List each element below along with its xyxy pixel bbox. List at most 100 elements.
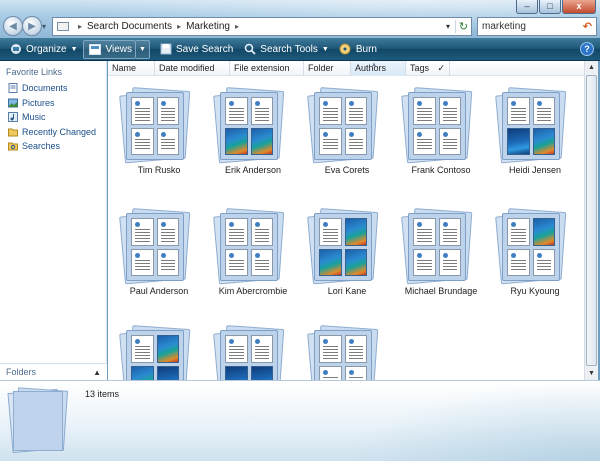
item-count: 13 items: [85, 389, 120, 399]
document-thumbnail: [438, 218, 461, 246]
sidebar-item-searches[interactable]: Searches: [0, 139, 106, 154]
document-thumbnail: [532, 97, 555, 125]
help-icon[interactable]: ?: [580, 42, 594, 56]
column-header-date-modified[interactable]: Date modified: [155, 61, 230, 76]
document-thumbnail: [156, 97, 179, 125]
scroll-up-icon[interactable]: ▲: [585, 61, 598, 74]
author-stack-item[interactable]: [302, 319, 392, 380]
column-header-folder[interactable]: Folder: [304, 61, 351, 76]
document-thumbnail: [131, 335, 154, 363]
stack-icon: [307, 325, 379, 380]
chevron-up-icon: ▲: [93, 367, 101, 377]
document-thumbnail: [225, 218, 248, 246]
author-stack-item[interactable]: Paul Anderson: [114, 202, 204, 312]
stack-icon: [307, 208, 379, 285]
pictures-icon: [8, 98, 18, 108]
burn-button[interactable]: Burn: [334, 40, 382, 59]
address-dropdown-icon[interactable]: ▾: [441, 22, 455, 31]
views-dropdown-button[interactable]: ▼: [136, 39, 151, 59]
breadcrumb-marketing[interactable]: Marketing: [186, 21, 230, 32]
save-search-label: Save Search: [176, 43, 234, 55]
address-bar[interactable]: ▸ Search Documents ▸ Marketing ▸ ▾ ↻: [52, 17, 472, 36]
scrollbar-thumb[interactable]: [586, 75, 597, 366]
picture-thumbnail: [156, 365, 179, 380]
sidebar-item-recently-changed[interactable]: Recently Changed: [0, 125, 106, 140]
back-button[interactable]: ◀: [3, 16, 23, 36]
column-header-authors[interactable]: ▲ Authors: [351, 61, 406, 76]
picture-thumbnail: [225, 127, 248, 155]
save-search-icon: [159, 43, 172, 55]
author-stack-item[interactable]: [208, 319, 298, 380]
scroll-down-icon[interactable]: ▼: [585, 367, 598, 380]
vertical-scrollbar[interactable]: ▲ ▼: [584, 61, 598, 380]
maximize-button[interactable]: □: [539, 0, 561, 14]
search-box[interactable]: marketing ↶: [477, 17, 597, 36]
views-label: Views: [105, 43, 133, 55]
sidebar-item-label: Music: [22, 112, 46, 123]
document-thumbnail: [344, 365, 367, 380]
save-search-button[interactable]: Save Search: [154, 40, 238, 59]
document-thumbnail: [250, 335, 273, 363]
stack-icon: [401, 87, 473, 164]
close-button[interactable]: x: [562, 0, 596, 14]
clear-search-icon[interactable]: ↶: [583, 20, 592, 33]
forward-arrow-icon: ▶: [28, 20, 36, 32]
folders-label: Folders: [6, 367, 37, 377]
details-background-swoosh: [340, 381, 600, 461]
document-thumbnail: [131, 248, 154, 276]
search-tools-icon: [243, 43, 256, 55]
document-thumbnail: [319, 127, 342, 155]
author-stack-item[interactable]: Tim Rusko: [114, 81, 204, 191]
chevron-down-icon: ▼: [321, 45, 329, 53]
refresh-icon[interactable]: ↻: [455, 20, 471, 33]
views-button[interactable]: Views: [82, 39, 137, 59]
recent-pages-dropdown[interactable]: ▾: [42, 22, 46, 31]
folders-toggle[interactable]: Folders ▲: [0, 363, 107, 380]
sidebar-item-documents[interactable]: Documents: [0, 81, 106, 96]
picture-thumbnail: [131, 365, 154, 380]
breadcrumb-separator-icon[interactable]: ▸: [235, 22, 239, 31]
document-thumbnail: [156, 127, 179, 155]
stack-icon: [401, 208, 473, 285]
author-stack-item[interactable]: [114, 319, 204, 380]
author-stack-item[interactable]: Erik Anderson: [208, 81, 298, 191]
search-input[interactable]: marketing: [482, 21, 526, 32]
author-stack-item[interactable]: Frank Contoso: [396, 81, 486, 191]
document-thumbnail: [507, 218, 530, 246]
search-tools-label: Search Tools: [260, 43, 318, 55]
document-thumbnail: [413, 97, 436, 125]
document-thumbnail: [438, 248, 461, 276]
breadcrumb-separator-icon[interactable]: ▸: [177, 22, 181, 31]
sidebar-item-pictures[interactable]: Pictures: [0, 96, 106, 111]
forward-button[interactable]: ▶: [22, 16, 42, 36]
sidebar-item-label: Pictures: [22, 97, 55, 108]
document-thumbnail: [438, 97, 461, 125]
sidebar-item-music[interactable]: Music: [0, 110, 106, 125]
column-header-name[interactable]: Name: [108, 61, 155, 76]
organize-button[interactable]: Organize ▼: [4, 40, 83, 59]
picture-thumbnail: [250, 365, 273, 380]
document-thumbnail: [225, 248, 248, 276]
document-thumbnail: [413, 218, 436, 246]
author-stack-item[interactable]: Kim Abercrombie: [208, 202, 298, 312]
stack-icon: [119, 325, 191, 380]
back-arrow-icon: ◀: [9, 20, 17, 32]
document-thumbnail: [319, 97, 342, 125]
search-folder-icon: [57, 22, 69, 31]
column-header-tags[interactable]: Tags ✓: [406, 61, 450, 76]
minimize-button[interactable]: –: [516, 0, 538, 14]
stack-icon: [213, 325, 285, 380]
document-thumbnail: [344, 335, 367, 363]
breadcrumb-search-documents[interactable]: Search Documents: [87, 21, 172, 32]
author-stack-item[interactable]: Heidi Jensen: [490, 81, 580, 191]
breadcrumb-separator-icon[interactable]: ▸: [78, 22, 82, 31]
author-stack-item[interactable]: Ryu Kyoung: [490, 202, 580, 312]
burn-label: Burn: [355, 43, 377, 55]
details-pane: 13 items: [0, 380, 600, 461]
author-stack-item[interactable]: Michael Brundage: [396, 202, 486, 312]
chevron-down-icon: ▼: [70, 45, 78, 53]
column-header-file-extension[interactable]: File extension: [230, 61, 304, 76]
author-stack-item[interactable]: Lori Kane: [302, 202, 392, 312]
search-tools-button[interactable]: Search Tools ▼: [238, 40, 334, 59]
author-stack-item[interactable]: Eva Corets: [302, 81, 392, 191]
